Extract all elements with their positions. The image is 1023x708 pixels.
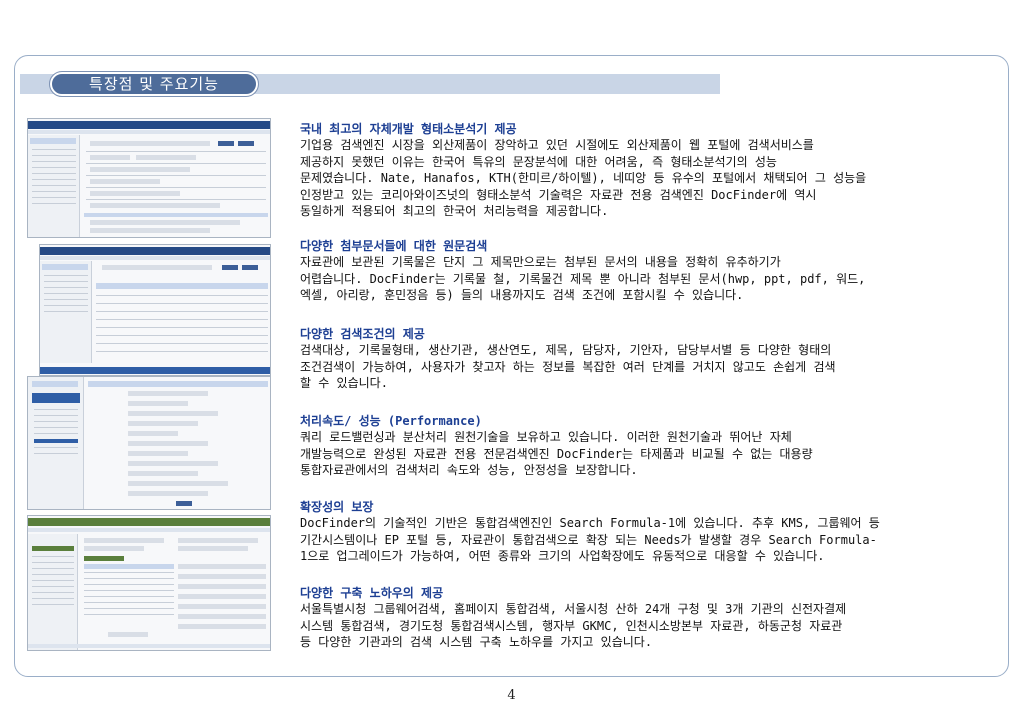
- section-heading: 다양한 첨부문서들에 대한 원문검색: [300, 239, 488, 253]
- section-line: 제공하지 못했던 이유는 한국어 특유의 문장분석에 대한 어려움, 즉 형태소…: [300, 154, 777, 169]
- section-heading: 처리속도/ 성능 (Performance): [300, 414, 482, 428]
- section-know-how: 다양한 구축 노하우의 제공 서울특별시청 그룹웨어검색, 홈페이지 통합검색,…: [300, 586, 990, 651]
- section-heading: 국내 최고의 자체개발 형태소분석기 제공: [300, 122, 517, 136]
- section-performance: 처리속도/ 성능 (Performance) 쿼리 로드밸런싱과 분산처리 원천…: [300, 414, 990, 479]
- section-line: 쿼리 로드밸런싱과 분산처리 원천기술을 보유하고 있습니다. 이러한 원천기술…: [300, 430, 792, 444]
- section-line: 개발능력으로 완성된 자료관 전용 전문검색엔진 DocFinder는 타제품과…: [300, 446, 813, 461]
- screenshot-record-detail: [27, 515, 271, 651]
- section-line: 조건검색이 가능하여, 사용자가 찾고자 하는 정보를 복잡한 여러 단계를 거…: [300, 359, 836, 374]
- section-line: DocFinder의 기술적인 기반은 통합검색엔진인 Search Formu…: [300, 516, 880, 530]
- section-line: 인정받고 있는 코리아와이즈넛의 형태소분석 기술력은 자료관 전용 검색엔진 …: [300, 187, 817, 202]
- section-line: 1으로 업그레이드가 가능하여, 어떤 종류와 크기의 사업확장에도 유동적으로…: [300, 549, 825, 563]
- section-heading: 다양한 구축 노하우의 제공: [300, 586, 444, 600]
- section-search-conditions: 다양한 검색조건의 제공 검색대상, 기록물형태, 생산기관, 생산연도, 제목…: [300, 327, 990, 392]
- section-attachment-search: 다양한 첨부문서들에 대한 원문검색 자료관에 보관된 기록물은 단지 그 제목…: [300, 239, 990, 304]
- section-line: 동일하게 적용되어 최고의 한국어 처리능력을 제공합니다.: [300, 204, 609, 218]
- section-line: 문제였습니다. Nate, Hanafos, KTH(한미르/하이텔), 네띠앙…: [300, 171, 867, 185]
- section-line: 서울특별시청 그룹웨어검색, 홈페이지 통합검색, 서울시청 산하 24개 구청…: [300, 602, 847, 616]
- section-scalability: 확장성의 보장 DocFinder의 기술적인 기반은 통합검색엔진인 Sear…: [300, 500, 990, 565]
- screenshot-detailed-search: [27, 376, 271, 510]
- section-line: 자료관에 보관된 기록물은 단지 그 제목만으로는 첨부된 문서의 내용을 정확…: [300, 255, 781, 269]
- section-line: 시스템 통합검색, 경기도청 통합검색시스템, 행자부 GKMC, 인천시소방본…: [300, 618, 843, 633]
- screenshot-search-results: [39, 244, 271, 376]
- section-line: 통합자료관에서의 검색처리 속도와 성능, 안정성을 보장합니다.: [300, 463, 638, 477]
- section-line: 기간시스템이나 EP 포털 등, 자료관이 통합검색으로 확장 되는 Needs…: [300, 532, 877, 547]
- slide-title: 특장점 및 주요기능: [49, 71, 259, 97]
- section-line: 검색대상, 기록물형태, 생산기관, 생산연도, 제목, 담당자, 기안자, 담…: [300, 343, 832, 357]
- screenshot-search-form: [27, 118, 271, 238]
- section-line: 기업용 검색엔진 시장을 외산제품이 장악하고 있던 시절에도 외산제품이 웹 …: [300, 138, 814, 152]
- section-line: 할 수 있습니다.: [300, 376, 388, 390]
- section-line: 등 다양한 기관과의 검색 시스템 구축 노하우를 가지고 있습니다.: [300, 635, 653, 649]
- section-heading: 확장성의 보장: [300, 500, 374, 514]
- page-number: 4: [507, 688, 516, 703]
- section-heading: 다양한 검색조건의 제공: [300, 327, 425, 341]
- section-line: 어렵습니다. DocFinder는 기록물 철, 기록물건 제목 뿐 아니라 첨…: [300, 271, 866, 286]
- section-line: 엑셀, 아리랑, 훈민정음 등) 들의 내용까지도 검색 조건에 포함시킬 수 …: [300, 288, 744, 302]
- section-morphological-analyzer: 국내 최고의 자체개발 형태소분석기 제공 기업용 검색엔진 시장을 외산제품이…: [300, 122, 990, 220]
